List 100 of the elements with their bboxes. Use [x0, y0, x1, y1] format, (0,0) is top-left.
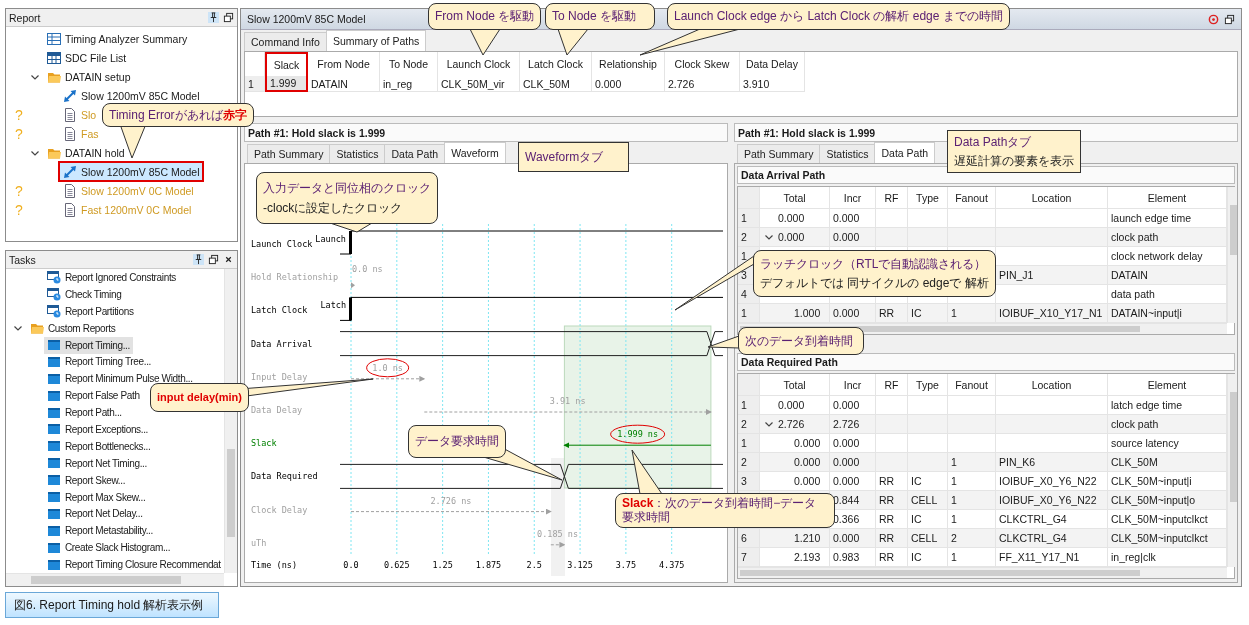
table-cell: 0.000: [794, 475, 821, 487]
table-cell: 1: [951, 307, 957, 319]
signal-label: Data Required: [251, 471, 318, 482]
table-cell: source latency: [1111, 437, 1179, 449]
table-cell: 1: [951, 456, 957, 468]
tick-label: 4.375: [658, 560, 685, 570]
table-cell: 0.000: [778, 399, 805, 411]
figure-caption: 図6. Report Timing hold 解析表示例: [5, 592, 219, 618]
table-cell: CLK_50M: [1111, 456, 1158, 468]
table-cell: 2.193: [794, 551, 821, 563]
view-title: Slow 1200mV 85C Model: [247, 13, 366, 25]
table-cell: clock network delay: [1111, 250, 1203, 262]
table-cell: RR: [879, 475, 895, 487]
delay-label: 0.185 ns: [537, 528, 579, 539]
table-cell: CLK_50M~input|i: [1111, 475, 1192, 487]
row-number: 1: [741, 212, 747, 224]
column-header: Element: [1147, 378, 1187, 391]
table-cell: data path: [1111, 288, 1155, 300]
table-cell: IC: [911, 307, 922, 319]
table-cell: 0.000: [833, 212, 860, 224]
callout-text: Timing Errorがあれば赤字: [109, 107, 247, 124]
signal-label: Input Delay: [251, 371, 308, 382]
table-cell: 0.000: [833, 437, 860, 449]
callout-text: 次のデータ到着時間: [745, 332, 854, 350]
tick-label: 3.125: [567, 560, 593, 570]
warning-mark: ?: [15, 201, 23, 218]
table-cell: 0.000: [592, 76, 665, 92]
table-cell: 3.910: [740, 76, 805, 92]
table-cell: CLKCTRL_G4: [999, 513, 1067, 525]
edge-label: Latch: [320, 300, 346, 311]
column-header: Fanout: [955, 378, 988, 391]
table-cell: CLK_50M~inputclkct: [1111, 513, 1208, 525]
table-cell: CLK_50M: [520, 76, 592, 92]
signal-label: Slack: [251, 438, 277, 449]
table-cell: PIN_K6: [999, 456, 1036, 468]
table-cell: launch edge time: [1111, 212, 1191, 224]
table-cell: in_reg: [380, 76, 438, 92]
table-cell: 1.999: [265, 76, 308, 92]
delay-label: 2.726 ns: [430, 495, 472, 506]
delay-label: 0.0 ns: [352, 264, 383, 275]
table-cell: PIN_J1: [999, 269, 1034, 281]
table-cell: 0.000: [778, 231, 805, 243]
signal-label: uTh: [251, 537, 267, 548]
table-cell: 2: [951, 532, 957, 544]
table-cell: IC: [911, 551, 922, 563]
signal-label: Data Arrival: [251, 338, 313, 349]
column-header: Total: [783, 191, 806, 204]
table-cell: clock path: [1111, 418, 1159, 430]
table-cell: RR: [879, 551, 895, 563]
table-cell: 1: [951, 475, 957, 487]
tick-label: 3.75: [615, 560, 637, 570]
column-header: RF: [884, 191, 899, 204]
table-cell: 1: [951, 513, 957, 525]
callout-text: ラッチクロック（RTLで自動認識される）: [760, 255, 988, 272]
callout-text: 入力データと同位相のクロック: [263, 180, 431, 197]
panel-title: Report: [9, 11, 42, 24]
table-cell: DATAIN~input|i: [1111, 307, 1182, 319]
column-header: Incr: [843, 378, 862, 391]
table-cell: IOIBUF_X10_Y17_N1: [999, 307, 1103, 319]
table-cell: CLK_50M_vir: [438, 76, 520, 92]
signal-label: Launch Clock: [251, 239, 313, 249]
column-header: Type: [916, 378, 939, 391]
table-cell: DATAIN: [1111, 269, 1148, 281]
table-cell: RR: [879, 494, 895, 506]
table-cell: 0.000: [833, 307, 860, 319]
tick-label: 1.25: [432, 560, 453, 570]
row-number: 1: [741, 437, 747, 449]
table-cell: latch edge time: [1111, 399, 1183, 411]
callout-text: input delay(min): [157, 390, 242, 405]
signal-label: Data Delay: [251, 405, 303, 415]
table-cell: IC: [911, 513, 922, 525]
row-number: 1: [741, 399, 747, 411]
table-cell: 0.000: [833, 456, 860, 468]
table-cell: 2.726: [665, 76, 740, 92]
axis-label: Time (ns): [251, 560, 298, 570]
table-cell: 2.726: [778, 418, 805, 430]
table-cell: 0.000: [833, 231, 860, 243]
table-cell: 0.000: [794, 456, 821, 468]
warning-mark: ?: [15, 182, 23, 199]
table-cell: CELL: [911, 532, 938, 544]
row-number: 2: [741, 456, 747, 468]
table-cell: 0.983: [833, 551, 860, 563]
column-header: Fanout: [955, 191, 988, 204]
table-cell: 1: [951, 551, 957, 563]
callout-text: データ要求時間: [415, 433, 499, 450]
signal-label: Hold Relationship: [251, 272, 338, 283]
table-cell: 0.000: [833, 399, 860, 411]
row-number: 1: [741, 307, 747, 319]
table-cell: IOIBUF_X0_Y6_N22: [999, 475, 1097, 487]
column-header: Location: [1031, 191, 1072, 204]
table-cell: 1: [951, 494, 957, 506]
table-cell: 0.000: [778, 212, 805, 224]
table-cell: CLK_50M~input|o: [1111, 494, 1196, 506]
row-number: 6: [741, 532, 747, 544]
warning-mark: ?: [15, 125, 23, 142]
table-cell: 0.000: [833, 475, 860, 487]
delay-label: 1.0 ns: [372, 362, 403, 373]
table-cell: 1.000: [794, 307, 821, 319]
row-number: 2: [741, 231, 747, 243]
table-cell: CELL: [911, 494, 938, 506]
